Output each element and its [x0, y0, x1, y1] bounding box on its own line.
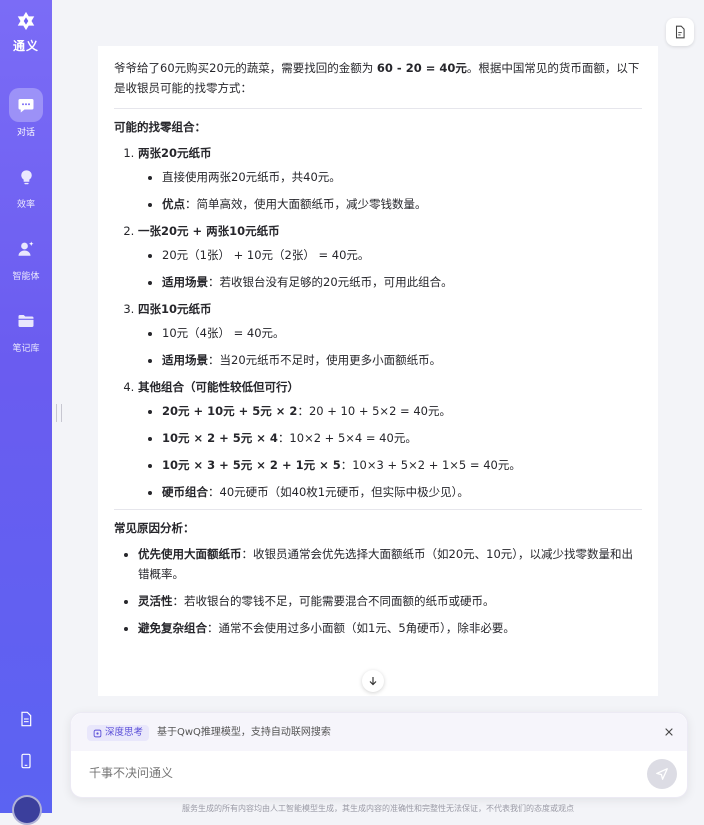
main-area: 爷爷给了60元购买20元的蔬菜，需要找回的金额为 60 - 20 = 40元。根… [52, 0, 704, 813]
divider [114, 509, 642, 510]
sidebar-item-label: 对话 [16, 128, 35, 138]
answer-content: 爷爷给了60元购买20元的蔬菜，需要找回的金额为 60 - 20 = 40元。根… [98, 46, 658, 638]
deep-think-bar: 深度思考 基于QwQ推理模型，支持自动联网搜索 [71, 713, 687, 751]
chat-icon [18, 99, 34, 113]
option-point: 适用场景：若收银台没有足够的20元纸币，可用此组合。 [162, 272, 642, 292]
reason-item: 灵活性：若收银台的零钱不足，可能需要混合不同面额的纸币或硬币。 [138, 591, 642, 611]
deep-think-icon [93, 729, 102, 737]
sidebar-collapse-handle[interactable] [56, 404, 62, 422]
document-icon [21, 711, 32, 727]
sidebar-document-button[interactable] [13, 706, 39, 732]
send-icon [656, 768, 668, 780]
answer-intro: 爷爷给了60元购买20元的蔬菜，需要找回的金额为 60 - 20 = 40元。根… [114, 61, 640, 95]
reason-item: 优先使用大面额纸币：收银员通常会优先选择大面额纸币（如20元、10元），以减少找… [138, 544, 642, 584]
divider [114, 108, 642, 109]
app-logo[interactable]: 通义 [0, 10, 52, 54]
option-point: 硬币组合：40元硬币（如40枚1元硬币，但实际中极少见）。 [162, 482, 642, 502]
sidebar-item-label: 效率 [16, 200, 35, 210]
deep-think-toggle[interactable]: 深度思考 [87, 725, 150, 741]
send-button[interactable] [647, 759, 677, 789]
sidebar-item-notes[interactable]: 笔记库 [0, 304, 52, 354]
option-point: 20元 + 10元 + 5元 × 2：20 + 10 + 5×2 = 40元。 [162, 401, 642, 421]
option-item: 一张20元 + 两张10元纸币 20元（1张） + 10元（2张） = 40元。… [138, 221, 642, 292]
sidebar-item-label: 笔记库 [12, 344, 40, 354]
reason-item: 避免复杂组合：通常不会使用过多小面额（如1元、5角硬币），除非必要。 [138, 618, 642, 638]
app-name: 通义 [12, 39, 39, 53]
option-point: 直接使用两张20元纸币，共40元。 [162, 167, 642, 187]
sidebar-item-efficiency[interactable]: 效率 [0, 160, 52, 210]
option-point: 优点：简单高效，使用大面额纸币，减少零钱数量。 [162, 194, 642, 214]
scroll-to-bottom-button[interactable] [362, 670, 384, 692]
folder-icon [18, 315, 34, 327]
reasons-list: 优先使用大面额纸币：收银员通常会优先选择大面额纸币（如20元、10元），以减少找… [114, 544, 642, 638]
agent-icon [18, 241, 34, 256]
lightbulb-icon [20, 169, 32, 184]
option-item: 其他组合（可能性较低但可行） 20元 + 10元 + 5元 × 2：20 + 1… [138, 377, 642, 502]
option-point: 10元（4张） = 40元。 [162, 323, 642, 343]
option-point: 20元（1张） + 10元（2张） = 40元。 [162, 245, 642, 265]
document-edit-icon [675, 25, 685, 39]
message-input[interactable] [87, 765, 591, 781]
close-deep-think-button[interactable] [661, 724, 677, 740]
sidebar: 通义 对话 效率 智能体 笔记库 [0, 0, 52, 825]
sidebar-mobile-button[interactable] [13, 748, 39, 774]
option-point: 适用场景：当20元纸币不足时，使用更多小面额纸币。 [162, 350, 642, 370]
mobile-phone-icon [21, 753, 31, 769]
footer-disclaimer: 服务生成的所有内容均由人工智能模型生成，其生成内容的准确性和完整性无法保证，不代… [182, 804, 574, 813]
option-point: 10元 × 2 + 5元 × 4：10×2 + 5×4 = 40元。 [162, 428, 642, 448]
option-item: 四张10元纸币 10元（4张） = 40元。 适用场景：当20元纸币不足时，使用… [138, 299, 642, 370]
user-avatar[interactable] [12, 795, 42, 825]
deep-think-description: 基于QwQ推理模型，支持自动联网搜索 [157, 727, 331, 738]
arrow-down-icon [369, 677, 377, 686]
sidebar-item-label: 智能体 [12, 272, 40, 282]
answer-card: 爷爷给了60元购买20元的蔬菜，需要找回的金额为 60 - 20 = 40元。根… [98, 46, 658, 696]
new-document-button[interactable] [666, 18, 694, 46]
message-composer: 深度思考 基于QwQ推理模型，支持自动联网搜索 [70, 712, 688, 798]
sidebar-item-chat[interactable]: 对话 [0, 88, 52, 138]
sidebar-item-agents[interactable]: 智能体 [0, 232, 52, 282]
section-title-combos: 可能的找零组合： [114, 120, 206, 134]
option-item: 两张20元纸币 直接使用两张20元纸币，共40元。 优点：简单高效，使用大面额纸… [138, 143, 642, 214]
section-title-reasons: 常见原因分析： [114, 521, 195, 535]
deep-think-label: 深度思考 [105, 727, 144, 738]
options-list: 两张20元纸币 直接使用两张20元纸币，共40元。 优点：简单高效，使用大面额纸… [114, 143, 642, 502]
option-point: 10元 × 3 + 5元 × 2 + 1元 × 5：10×3 + 5×2 + 1… [162, 455, 642, 475]
close-icon [665, 728, 673, 736]
tongyi-logo-icon [17, 11, 35, 31]
